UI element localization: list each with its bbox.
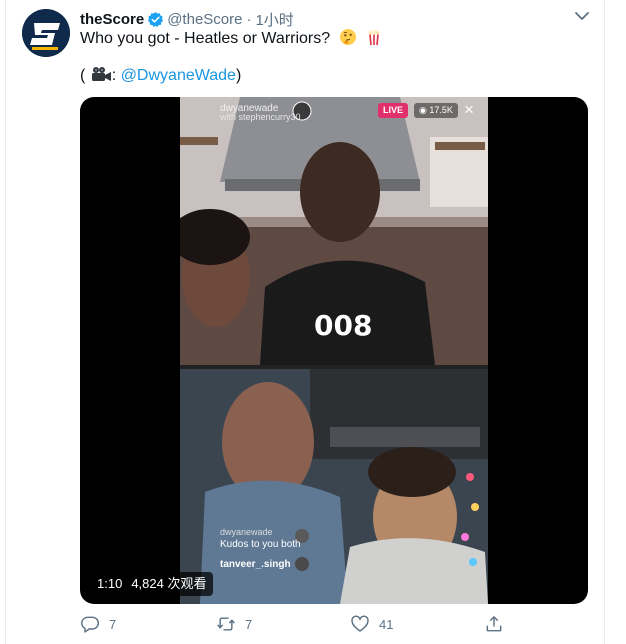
movie-camera-icon: [91, 67, 111, 81]
live-comment-text: Kudos to you both: [220, 539, 301, 550]
timeline-border-right: [604, 0, 605, 644]
svg-text:008: 008: [314, 309, 372, 342]
reply-button[interactable]: 7: [80, 612, 116, 636]
tweet-header: theScore @theScore · 1小时: [80, 9, 294, 29]
video-credit: ( : @DwyaneWade): [80, 65, 241, 87]
credit-separator: :: [111, 67, 117, 84]
verified-badge-icon: [148, 11, 164, 27]
thinking-face-icon: [339, 29, 356, 45]
like-button[interactable]: 41: [350, 612, 393, 636]
live-guest-subtitle: with stephencurry30: [220, 112, 301, 122]
retweet-icon: [217, 617, 235, 631]
viewer-count-value: 17.5K: [429, 105, 453, 115]
tweet-body: Who you got - Heatles or Warriors?: [80, 30, 331, 47]
live-viewer-count: ◉ 17.5K: [414, 103, 458, 118]
like-count: 41: [379, 616, 394, 632]
eye-icon: ◉: [419, 105, 430, 115]
live-badge: LIVE: [378, 103, 409, 118]
share-button[interactable]: [484, 612, 504, 636]
retweet-count: 7: [245, 616, 253, 632]
credit-open: (: [80, 67, 86, 84]
popcorn-icon: [368, 29, 380, 46]
thescore-logo: [22, 9, 70, 57]
video-duration-views: 1:10 4,824 次观看: [90, 572, 214, 596]
timeline-border-left: [5, 0, 6, 644]
tweet-text: Who you got - Heatles or Warriors?: [80, 28, 383, 50]
mention-link[interactable]: @DwyaneWade: [121, 67, 236, 84]
avatar[interactable]: [22, 9, 70, 57]
chevron-down-icon[interactable]: [572, 8, 592, 24]
author-handle[interactable]: @theScore: [167, 11, 242, 28]
reply-icon: [81, 616, 100, 633]
video-duration: 1:10: [97, 576, 123, 591]
retweet-button[interactable]: 7: [216, 612, 252, 636]
view-count: 4,824 次观看: [131, 576, 207, 591]
share-icon: [486, 616, 502, 632]
credit-close: ): [235, 67, 242, 84]
separator-dot: ·: [246, 10, 252, 28]
author-name[interactable]: theScore: [80, 11, 144, 28]
live-close-icon: ×: [464, 100, 474, 119]
reply-count: 7: [109, 616, 117, 632]
live-comment-user: dwyanewade: [220, 527, 273, 537]
heart-icon: [351, 615, 369, 632]
timestamp[interactable]: 1小时: [255, 9, 293, 30]
tweet-actions: 7 7 41: [80, 612, 510, 636]
video-player[interactable]: 008 dwyanewade with stephencurry30 LIVE …: [80, 97, 588, 604]
live-comment-user: tanveer_.singh: [220, 559, 291, 570]
